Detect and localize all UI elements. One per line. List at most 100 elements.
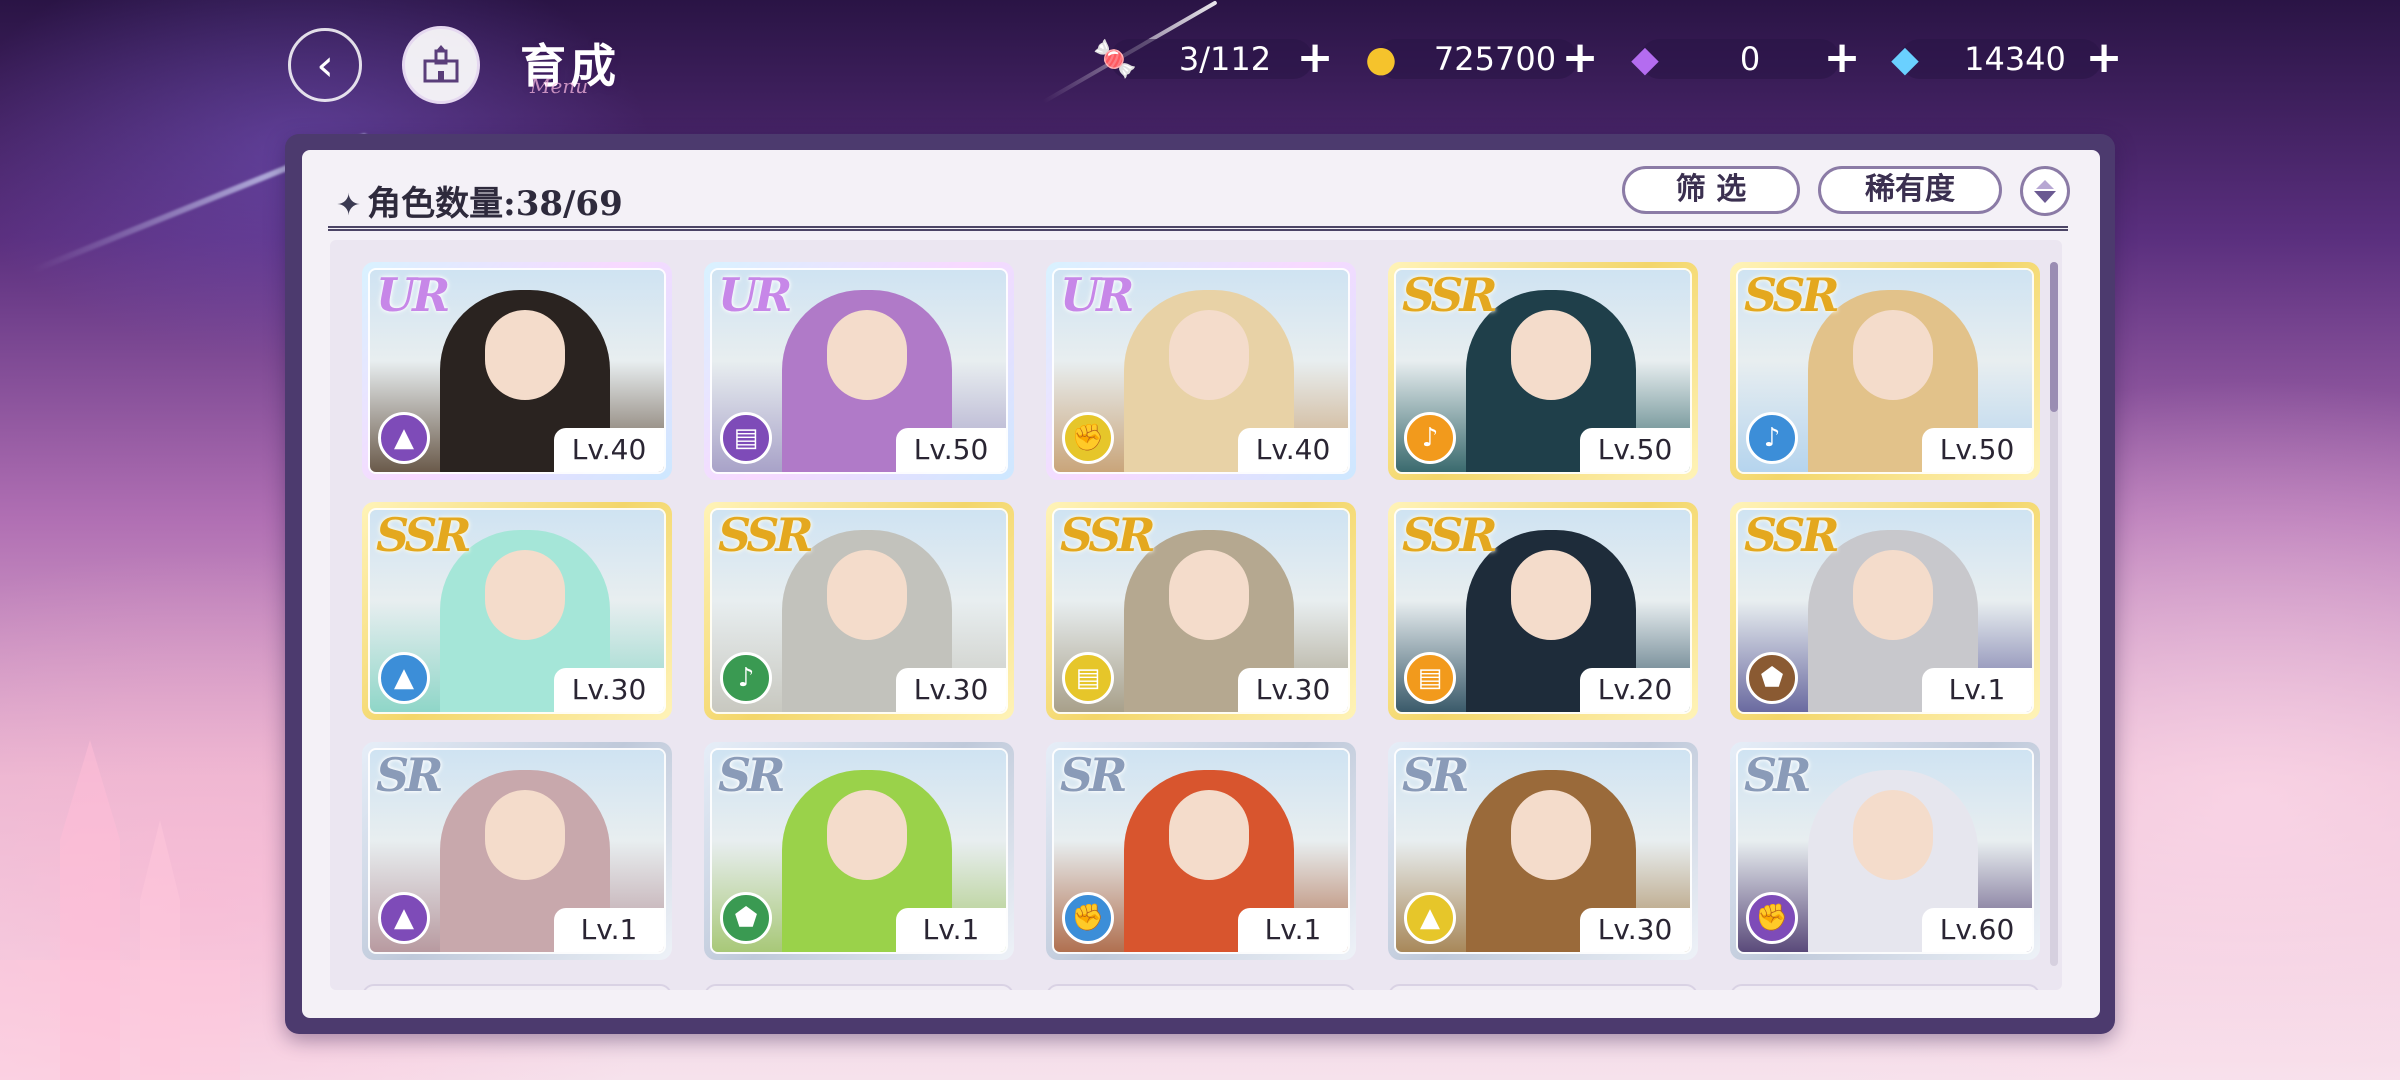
character-card[interactable]: SR ▲ Lv.1 [362, 742, 672, 960]
character-card[interactable]: SR ⬟ Lv.1 [704, 742, 1014, 960]
shield-icon: ⬟ [1746, 652, 1798, 704]
fist-icon: ✊ [1746, 892, 1798, 944]
character-card[interactable] [1730, 984, 2040, 990]
character-face [827, 550, 907, 640]
shield-icon: ⬟ [720, 892, 772, 944]
rarity-badge: SSR [1744, 508, 1840, 562]
card-frame: SR ⬟ Lv.1 [710, 748, 1008, 954]
level-label: Lv.30 [1238, 668, 1348, 712]
card-frame: UR ▲ Lv.40 [368, 268, 666, 474]
fist-icon: ✊ [1062, 412, 1114, 464]
rarity-badge: UR [718, 268, 792, 322]
sort-up-icon [2036, 179, 2054, 189]
gold-add-button[interactable]: + [1558, 36, 1602, 80]
coin-icon: ● [1365, 38, 1397, 80]
character-card[interactable]: UR ✊ Lv.40 [1046, 262, 1356, 480]
card-frame: SSR ♪ Lv.30 [710, 508, 1008, 714]
character-card[interactable] [704, 984, 1014, 990]
book-icon: ▤ [1404, 652, 1456, 704]
character-count-label: 角色数量:38/69 [367, 184, 623, 224]
card-frame: SSR ♪ Lv.50 [1736, 268, 2034, 474]
header-divider [328, 226, 2068, 231]
boot-icon: ▲ [378, 892, 430, 944]
rarity-sort-button[interactable]: 稀有度 [1818, 166, 2002, 214]
rainbow-diamond-icon: ◆ [1631, 38, 1659, 80]
scrollbar-thumb[interactable] [2050, 262, 2058, 412]
level-label: Lv.1 [554, 908, 664, 952]
card-frame: SR ✊ Lv.1 [1052, 748, 1350, 954]
character-face [1169, 310, 1249, 400]
rarity-badge: SSR [718, 508, 814, 562]
character-card[interactable] [362, 984, 672, 990]
free-gem-add-button[interactable]: + [2082, 36, 2126, 80]
card-frame: UR ✊ Lv.40 [1052, 268, 1350, 474]
character-card[interactable] [1046, 984, 1356, 990]
level-label: Lv.30 [896, 668, 1006, 712]
character-face [1169, 550, 1249, 640]
sparkle-icon: ✦ [336, 188, 362, 223]
book-icon: ▤ [1062, 652, 1114, 704]
character-face [1853, 310, 1933, 400]
boot-icon: ▲ [1404, 892, 1456, 944]
card-frame: UR ▤ Lv.50 [710, 268, 1008, 474]
sort-down-icon [2034, 190, 2056, 203]
stamina-add-button[interactable]: + [1293, 36, 1337, 80]
rarity-badge: SSR [1402, 268, 1498, 322]
level-label: Lv.40 [554, 428, 664, 472]
character-card[interactable]: SSR ⬟ Lv.1 [1730, 502, 2040, 720]
character-card[interactable]: SSR ▲ Lv.30 [362, 502, 672, 720]
card-frame: SSR ▤ Lv.30 [1052, 508, 1350, 714]
card-frame: SSR ▤ Lv.20 [1394, 508, 1692, 714]
character-grid[interactable]: UR ▲ Lv.40 UR ▤ Lv.50 UR ✊ Lv.40 SSR ♪ L… [330, 240, 2062, 990]
boot-icon: ▲ [378, 412, 430, 464]
boot-icon: ▲ [378, 652, 430, 704]
level-label: Lv.50 [1580, 428, 1690, 472]
character-card[interactable]: SSR ♪ Lv.50 [1388, 262, 1698, 480]
back-button[interactable]: ‹ [288, 28, 362, 102]
horn-icon: ♪ [1746, 412, 1798, 464]
level-label: Lv.40 [1238, 428, 1348, 472]
character-card[interactable]: SR ✊ Lv.60 [1730, 742, 2040, 960]
card-frame: SR ✊ Lv.60 [1736, 748, 2034, 954]
level-label: Lv.30 [554, 668, 664, 712]
sort-order-button[interactable] [2020, 166, 2070, 216]
castle-icon [423, 45, 459, 83]
character-card[interactable]: SSR ♪ Lv.50 [1730, 262, 2040, 480]
title-decoration: Menu [530, 74, 589, 98]
back-arrow-icon: ‹ [316, 39, 334, 91]
character-face [827, 310, 907, 400]
rarity-badge: SR [1744, 748, 1811, 802]
character-card[interactable]: SSR ♪ Lv.30 [704, 502, 1014, 720]
horn-icon: ♪ [720, 652, 772, 704]
book-icon: ▤ [720, 412, 772, 464]
character-card[interactable]: SSR ▤ Lv.30 [1046, 502, 1356, 720]
character-face [1853, 790, 1933, 880]
character-face [485, 310, 565, 400]
character-card[interactable]: SR ▲ Lv.30 [1388, 742, 1698, 960]
fist-icon: ✊ [1062, 892, 1114, 944]
rarity-badge: SSR [1402, 508, 1498, 562]
character-count: ✦ 角色数量:38/69 [336, 176, 623, 225]
stamina-value: 3/112 [1178, 40, 1272, 78]
character-card[interactable]: UR ▲ Lv.40 [362, 262, 672, 480]
character-face [1511, 550, 1591, 640]
filter-button[interactable]: 筛 选 [1622, 166, 1800, 214]
home-button[interactable] [402, 26, 480, 104]
character-card[interactable] [1388, 984, 1698, 990]
character-card[interactable]: UR ▤ Lv.50 [704, 262, 1014, 480]
gold-value: 725700 [1433, 40, 1557, 78]
paid-gem-add-button[interactable]: + [1820, 36, 1864, 80]
character-face [485, 550, 565, 640]
castle-silhouette [0, 740, 240, 1080]
free-gem-value: 14340 [1964, 40, 2066, 78]
rarity-badge: UR [376, 268, 450, 322]
horn-icon: ♪ [1404, 412, 1456, 464]
rarity-badge: SR [1060, 748, 1127, 802]
level-label: Lv.50 [1922, 428, 2032, 472]
card-frame: SR ▲ Lv.1 [368, 748, 666, 954]
character-face [485, 790, 565, 880]
scrollbar[interactable] [2050, 262, 2058, 966]
character-card[interactable]: SR ✊ Lv.1 [1046, 742, 1356, 960]
character-card[interactable]: SSR ▤ Lv.20 [1388, 502, 1698, 720]
level-label: Lv.1 [896, 908, 1006, 952]
